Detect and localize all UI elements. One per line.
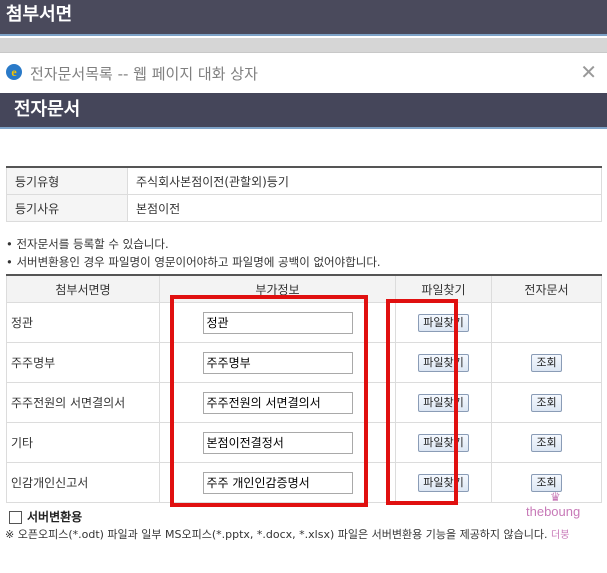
info-value: 주식회사본점이전(관할외)등기 bbox=[127, 166, 602, 195]
info-label: 등기사유 bbox=[6, 194, 128, 222]
watermark-small: 더붕 bbox=[551, 530, 570, 541]
row-name: 주주명부 bbox=[6, 342, 160, 383]
highlight-box-extra-info bbox=[170, 295, 368, 507]
view-button[interactable]: 조회 bbox=[531, 353, 562, 372]
col-header-name: 첨부서면명 bbox=[6, 274, 160, 303]
note-filename: • 서버변환용인 경우 파일명이 영문이어야하고 파일명에 공백이 없어야합니다… bbox=[6, 255, 381, 269]
row-name: 인감개인신고서 bbox=[6, 462, 160, 503]
watermark-logo: theboung bbox=[526, 504, 581, 519]
info-table: 등기유형 주식회사본점이전(관할외)등기 등기사유 본점이전 bbox=[6, 166, 602, 222]
note-register: • 전자문서를 등록할 수 있습니다. bbox=[6, 237, 169, 251]
view-button[interactable]: 조회 bbox=[531, 433, 562, 452]
view-button[interactable]: 조회 bbox=[531, 393, 562, 412]
footnote: ※ 오픈오피스(*.odt) 파일과 일부 MS오피스(*.pptx, *.do… bbox=[5, 528, 548, 541]
ie-icon: e bbox=[6, 64, 22, 80]
col-header-doc: 전자문서 bbox=[491, 274, 602, 303]
info-row-reason: 등기사유 본점이전 bbox=[6, 194, 602, 222]
crown-icon: ♛ bbox=[550, 490, 561, 504]
info-label: 등기유형 bbox=[6, 166, 128, 195]
background-strip bbox=[0, 38, 607, 52]
server-convert-checkbox[interactable] bbox=[9, 511, 22, 524]
row-name: 기타 bbox=[6, 422, 160, 463]
view-button[interactable]: 조회 bbox=[531, 473, 562, 492]
row-name: 주주전원의 서면결의서 bbox=[6, 382, 160, 423]
dialog-title: 전자문서목록 -- 웹 페이지 대화 상자 bbox=[30, 65, 258, 83]
doc-header: 전자문서 bbox=[0, 93, 607, 129]
row-name: 정관 bbox=[6, 302, 160, 343]
dialog-window: e 전자문서목록 -- 웹 페이지 대화 상자 ✕ 전자문서 등기유형 주식회사… bbox=[0, 52, 607, 573]
doc-cell bbox=[491, 302, 602, 343]
close-icon[interactable]: ✕ bbox=[580, 60, 597, 84]
info-value: 본점이전 bbox=[127, 194, 602, 222]
server-convert-label: 서버변환용 bbox=[27, 510, 83, 524]
doc-cell: 조회 bbox=[491, 462, 602, 503]
doc-cell: 조회 bbox=[491, 422, 602, 463]
info-row-type: 등기유형 주식회사본점이전(관할외)등기 bbox=[6, 166, 602, 195]
doc-cell: 조회 bbox=[491, 342, 602, 383]
doc-cell: 조회 bbox=[491, 382, 602, 423]
highlight-box-file-find bbox=[386, 299, 458, 505]
top-bar-title: 첨부서면 bbox=[0, 0, 607, 36]
dialog-titlebar: e 전자문서목록 -- 웹 페이지 대화 상자 ✕ bbox=[0, 53, 607, 91]
